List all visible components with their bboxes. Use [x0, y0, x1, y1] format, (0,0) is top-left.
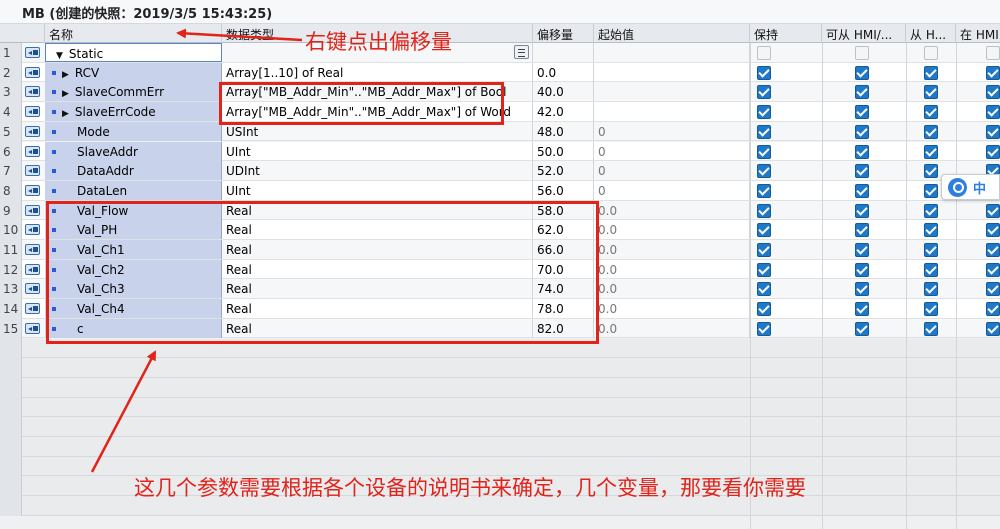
annotation-arrows: [90, 28, 303, 473]
input-method-label: 中: [973, 182, 987, 197]
arrow-to-name-header: [176, 28, 303, 42]
user-icon: [948, 178, 967, 197]
arrow-to-value-rows: [90, 350, 157, 473]
input-method-widget[interactable]: 中: [941, 174, 1000, 200]
